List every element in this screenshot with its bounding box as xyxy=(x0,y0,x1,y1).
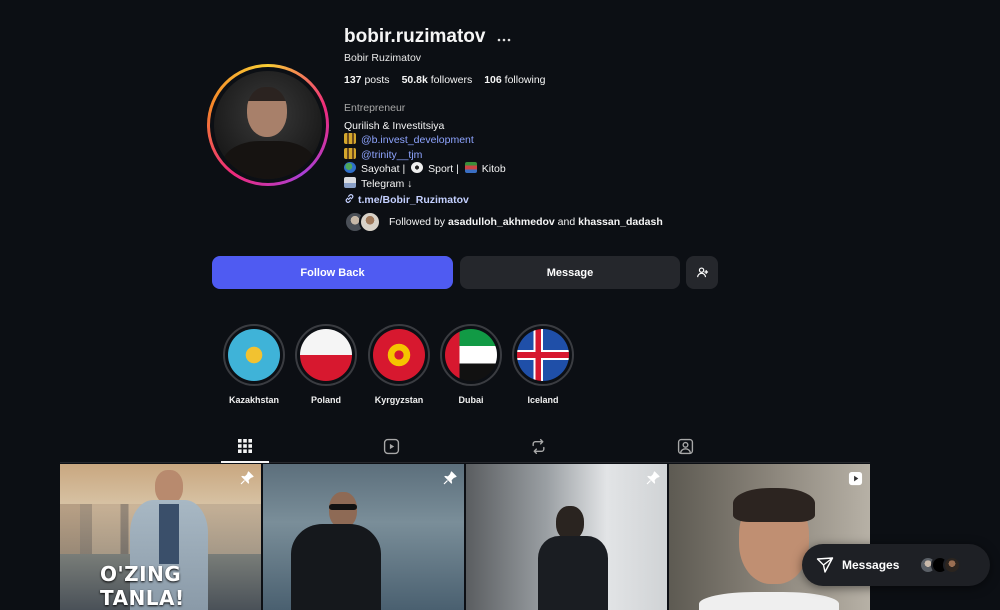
poland-flag-icon xyxy=(300,329,352,381)
messages-button[interactable]: Messages xyxy=(802,544,990,586)
profile-username: bobir.ruzimatov xyxy=(344,26,486,47)
uae-flag-icon xyxy=(445,329,497,381)
reel-icon xyxy=(848,471,863,486)
message-button[interactable]: Message xyxy=(460,256,680,289)
profile-bio: Entrepreneur Qurilish & Investitsiya @b.… xyxy=(344,102,506,208)
add-user-icon xyxy=(696,267,708,278)
construction-icon xyxy=(344,133,356,144)
highlight-dubai[interactable]: Dubai xyxy=(439,324,503,405)
profile-category: Entrepreneur xyxy=(344,102,406,114)
chat-avatar xyxy=(943,556,962,574)
bio-mention-link[interactable]: @trinity__tjm xyxy=(361,149,422,161)
bio-line: Qurilish & Investitsiya xyxy=(344,119,445,132)
soccer-ball-icon xyxy=(411,162,424,173)
post-tile[interactable]: O'ZING TANLA! xyxy=(60,464,261,610)
profile-avatar[interactable] xyxy=(207,64,329,186)
profile-stats: 137 posts 50.8k followers 106 following xyxy=(344,74,546,86)
highlight-poland[interactable]: Poland xyxy=(294,324,358,405)
follower-username[interactable]: asadulloh_akhmedov xyxy=(448,216,555,228)
tab-tagged[interactable] xyxy=(675,436,695,456)
posts-stat: 137 posts xyxy=(344,74,390,86)
tab-reels[interactable] xyxy=(381,436,401,456)
reposts-icon xyxy=(531,438,545,454)
following-stat[interactable]: 106 following xyxy=(484,74,545,86)
profile-full-name: Bobir Ruzimatov xyxy=(344,52,422,64)
highlight-kyrgyzstan[interactable]: Kyrgyzstan xyxy=(367,324,431,405)
iceland-flag-icon xyxy=(517,329,569,381)
kyrgyzstan-flag-icon xyxy=(373,329,425,381)
follower-avatar xyxy=(359,211,381,233)
kazakhstan-flag-icon xyxy=(228,329,280,381)
highlight-kazakhstan[interactable]: Kazakhstan xyxy=(222,324,286,405)
follow-back-button[interactable]: Follow Back xyxy=(212,256,453,289)
followers-stat[interactable]: 50.8k followers xyxy=(402,74,473,86)
pin-icon xyxy=(240,471,254,485)
post-tile[interactable] xyxy=(263,464,464,610)
tabs-divider xyxy=(60,462,870,463)
post-caption: O'ZING TANLA! xyxy=(100,562,185,610)
tab-posts[interactable] xyxy=(235,436,255,456)
globe-icon xyxy=(344,162,356,173)
pin-icon xyxy=(443,471,457,485)
inbox-icon xyxy=(344,176,356,188)
active-tab-indicator xyxy=(221,461,269,463)
post-tile[interactable] xyxy=(669,464,870,610)
bio-external-link[interactable]: t.me/Bobir_Ruzimatov xyxy=(344,193,506,208)
send-icon xyxy=(816,557,834,573)
follower-username[interactable]: khassan_dadash xyxy=(578,216,663,228)
ellipsis-icon[interactable] xyxy=(497,29,511,45)
pin-icon xyxy=(646,471,660,485)
grid-icon xyxy=(238,439,252,453)
post-tile[interactable] xyxy=(466,464,667,610)
reels-icon xyxy=(383,438,399,454)
suggested-users-button[interactable] xyxy=(686,256,718,289)
books-icon xyxy=(464,162,477,173)
followed-by[interactable]: Followed by asadulloh_akhmedov and khass… xyxy=(344,211,663,233)
username-row: bobir.ruzimatov xyxy=(344,26,511,48)
avatar-photo xyxy=(214,71,322,179)
link-icon xyxy=(345,194,354,203)
highlight-iceland[interactable]: Iceland xyxy=(511,324,575,405)
bio-mention-link[interactable]: @b.invest_development xyxy=(361,134,474,146)
construction-icon xyxy=(344,147,356,159)
tagged-icon xyxy=(677,438,693,454)
tab-reposts[interactable] xyxy=(528,436,548,456)
messages-label: Messages xyxy=(842,558,900,572)
